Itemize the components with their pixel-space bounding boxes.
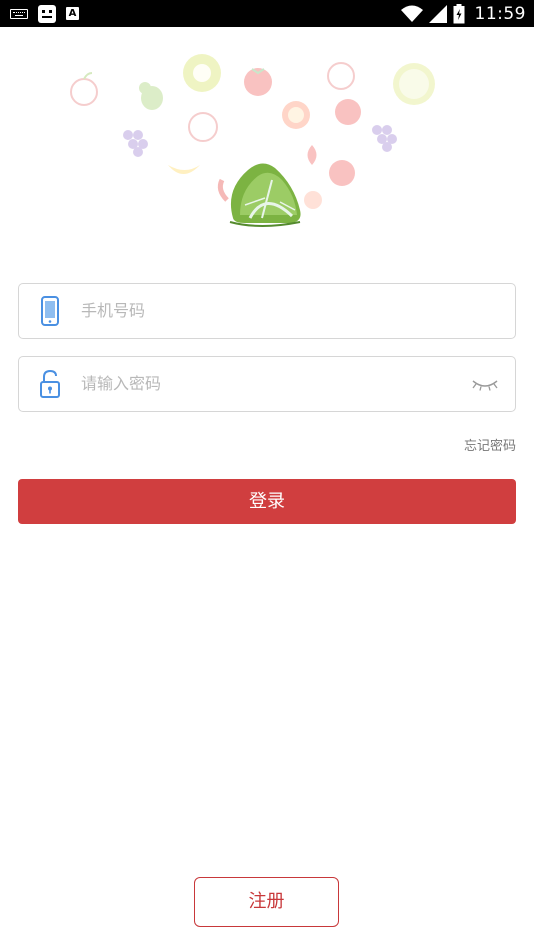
phone-icon xyxy=(41,296,59,326)
forgot-password-link[interactable]: 忘记密码 xyxy=(464,435,516,454)
robot-icon xyxy=(38,4,56,23)
status-bar-left: A xyxy=(10,4,79,23)
battery-icon xyxy=(453,3,464,23)
status-bar: A 11:59 xyxy=(0,0,534,27)
a-icon: A xyxy=(66,7,79,20)
password-input-placeholder: 请输入密码 xyxy=(81,374,162,393)
phone-input-placeholder: 手机号码 xyxy=(81,301,146,320)
lettuce-icon xyxy=(229,163,301,227)
phone-field[interactable]: 手机号码 xyxy=(18,283,516,339)
fruit-illustration xyxy=(70,54,435,227)
lock-icon xyxy=(40,369,60,398)
login-button[interactable]: 登录 xyxy=(18,479,516,524)
keyboard-icon xyxy=(10,8,28,19)
signal-icon xyxy=(428,4,447,23)
password-field[interactable]: 请输入密码 xyxy=(18,356,516,412)
eye-closed-icon[interactable] xyxy=(471,375,499,393)
register-button[interactable]: 注册 xyxy=(194,877,339,927)
status-bar-right: 11:59 xyxy=(400,0,527,27)
clock-text: 11:59 xyxy=(474,3,526,24)
wifi-icon xyxy=(400,5,423,22)
